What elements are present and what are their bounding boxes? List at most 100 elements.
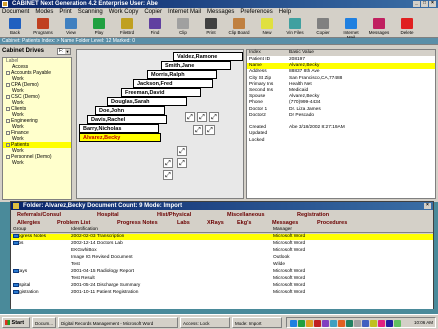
minimize-button[interactable]: _ bbox=[413, 1, 420, 7]
tab-hospital[interactable]: Hospital bbox=[97, 211, 119, 219]
tab-miscellaneous[interactable]: Miscellaneous bbox=[227, 211, 265, 219]
tray-icon[interactable] bbox=[386, 320, 393, 327]
tray-icon[interactable] bbox=[370, 320, 377, 327]
folder-alvarez-becky[interactable]: Alvarez,Becky bbox=[79, 133, 161, 142]
document-identification: 2001-05-24 Discharge Summary bbox=[71, 283, 141, 288]
tab-referrals-consul[interactable]: Referrals/Consul bbox=[17, 211, 61, 219]
tray-icon[interactable] bbox=[354, 320, 361, 327]
cabinet-status-text: Cabinet: Patients Index: > Name Folder L… bbox=[2, 38, 135, 44]
print-button[interactable]: Print bbox=[200, 17, 222, 37]
internet-mail-button[interactable]: Internet Mail bbox=[340, 17, 362, 40]
tray-icon[interactable] bbox=[322, 320, 329, 327]
thumbnail-2[interactable]: ⤢ bbox=[197, 112, 207, 122]
copier-button[interactable]: Copier bbox=[312, 17, 334, 37]
new-button[interactable]: New bbox=[256, 17, 278, 37]
tab-hist-physical[interactable]: Hist/Physical bbox=[157, 211, 191, 219]
document-group: Registration bbox=[13, 290, 39, 295]
vin-files-button[interactable]: Vin Files bbox=[284, 17, 306, 37]
tab-problem-list[interactable]: Problem List bbox=[57, 219, 90, 227]
document-row[interactable]: Test Wilde bbox=[11, 262, 433, 268]
folder-close-button[interactable]: × bbox=[424, 203, 431, 209]
view-button[interactable]: View bbox=[60, 17, 82, 37]
programs-button[interactable]: Programs bbox=[32, 17, 54, 37]
tray-icon[interactable] bbox=[314, 320, 321, 327]
thumbnail-5[interactable]: ⤢ bbox=[205, 125, 215, 135]
expand-icon bbox=[6, 142, 10, 147]
filebrd-button[interactable]: FileBrd bbox=[116, 17, 138, 37]
tab-allergies[interactable]: Allergies bbox=[17, 219, 40, 227]
document-row[interactable]: Progress Notes 2002-02-03 Transcription Mi… bbox=[11, 234, 433, 240]
start-button[interactable]: Start bbox=[2, 317, 30, 328]
thumbnail-8[interactable]: ⤢ bbox=[177, 158, 187, 168]
folder-morris-ralph[interactable]: Morris,Ralph bbox=[147, 70, 217, 79]
clip-button[interactable]: Clip bbox=[172, 17, 194, 37]
taskbar-button-4[interactable]: Mode: Import bbox=[232, 317, 282, 328]
folder-freeman-david[interactable]: Freeman,David bbox=[121, 88, 201, 97]
thumbnail-1[interactable]: ⤢ bbox=[185, 112, 195, 122]
maximize-button[interactable]: □ bbox=[421, 1, 428, 7]
document-row[interactable]: Registration 2001-10-11 Patient Registrat… bbox=[11, 290, 433, 296]
tab-progress-notes[interactable]: Progress Notes bbox=[117, 219, 158, 227]
find-button[interactable]: Find bbox=[144, 17, 166, 37]
back-button[interactable]: Back bbox=[4, 17, 26, 37]
menu-help[interactable]: Help bbox=[279, 9, 291, 15]
tray-icon[interactable] bbox=[346, 320, 353, 327]
close-button[interactable]: × bbox=[429, 1, 436, 7]
col-manager: Manager bbox=[273, 227, 292, 232]
menu-internet-mail[interactable]: Internet Mail bbox=[168, 9, 201, 15]
thumbnail-3[interactable]: ⤢ bbox=[209, 112, 219, 122]
document-row[interactable]: Test Result Microsoft Word bbox=[11, 276, 433, 282]
menu-print[interactable]: Print bbox=[59, 9, 71, 15]
tab-labs[interactable]: Labs bbox=[177, 219, 190, 227]
thumbnail-6[interactable]: ⤢ bbox=[177, 146, 187, 156]
sidebar-item-work[interactable]: Work bbox=[3, 160, 71, 166]
thumbnail-7[interactable]: ⤢ bbox=[163, 158, 173, 168]
taskbar-button-3[interactable]: Access: Lock bbox=[180, 317, 230, 328]
delete-button[interactable]: Delete bbox=[396, 17, 418, 37]
document-row[interactable]: Labs 2002-12-14 Doctors Lab Microsoft Word bbox=[11, 241, 433, 247]
thumbnail-4[interactable]: ⤢ bbox=[193, 125, 203, 135]
tab-messages[interactable]: Messages bbox=[272, 219, 298, 227]
details-panel: Index Basic Value Patient ID 208197 Name Al… bbox=[246, 49, 436, 199]
tab-registration[interactable]: Registration bbox=[297, 211, 329, 219]
tray-icon[interactable] bbox=[306, 320, 313, 327]
tray-icon[interactable] bbox=[330, 320, 337, 327]
document-row[interactable]: EKGwhiBox Microsoft Word bbox=[11, 248, 433, 254]
taskbar-button-2[interactable]: Digital Records Management - Microsoft W… bbox=[58, 317, 178, 328]
document-list: Progress Notes 2002-02-03 Transcription Mi… bbox=[11, 234, 433, 309]
tray-icon[interactable] bbox=[338, 320, 345, 327]
taskbar-button-1[interactable]: Docum... bbox=[32, 317, 56, 328]
menu-copier[interactable]: Copier bbox=[144, 9, 162, 15]
detail-value: Abe 3/18/2002 8:27:19AM bbox=[289, 125, 345, 131]
menu-preferences[interactable]: Preferences bbox=[240, 9, 272, 15]
menu-messages[interactable]: Messages bbox=[207, 9, 234, 15]
tab-xrays[interactable]: XRays bbox=[207, 219, 224, 227]
thumbnail-9[interactable]: ⤢ bbox=[163, 170, 173, 180]
folder-barry-nicholas[interactable]: Barry,Nicholas bbox=[79, 124, 159, 133]
folder-smith-jane[interactable]: Smith,Jane bbox=[161, 61, 231, 70]
menu-document[interactable]: Document bbox=[2, 9, 29, 15]
document-row[interactable]: XRays 2001-04-15 Radiology Report Microsof… bbox=[11, 269, 433, 275]
tab-ekg-s[interactable]: Ekg's bbox=[237, 219, 251, 227]
tray-icon[interactable] bbox=[378, 320, 385, 327]
col-group: Group bbox=[13, 227, 27, 232]
folder-jackson-fred[interactable]: Jackson,Fred bbox=[133, 79, 213, 88]
clip-board-button[interactable]: Clip Board bbox=[228, 17, 250, 37]
tab-procedures[interactable]: Procedures bbox=[317, 219, 347, 227]
folder-valdez-ramone[interactable]: Valdez,Ramone bbox=[173, 52, 243, 61]
document-row[interactable]: Image IG Revised Document Outlook bbox=[11, 255, 433, 261]
tray-icon[interactable] bbox=[394, 320, 401, 327]
folder-doe-john[interactable]: Doe,John bbox=[95, 106, 165, 115]
folder-davis-rachel[interactable]: Davis,Rachel bbox=[87, 115, 167, 124]
menu-scanning[interactable]: Scanning bbox=[78, 9, 103, 15]
menu-work-copy[interactable]: Work Copy bbox=[109, 9, 139, 15]
folder-douglas-sarah[interactable]: Douglas,Sarah bbox=[107, 97, 187, 106]
menu-modes[interactable]: Modes bbox=[35, 9, 53, 15]
tray-icon[interactable] bbox=[290, 320, 297, 327]
messages-button[interactable]: Messages bbox=[368, 17, 390, 37]
tray-icon[interactable] bbox=[298, 320, 305, 327]
play-button[interactable]: Play bbox=[88, 17, 110, 37]
tray-icon[interactable] bbox=[362, 320, 369, 327]
drive-select[interactable]: F: ▼ bbox=[57, 48, 71, 55]
document-row[interactable]: Hospital 2001-05-24 Discharge Summary Micr… bbox=[11, 283, 433, 289]
